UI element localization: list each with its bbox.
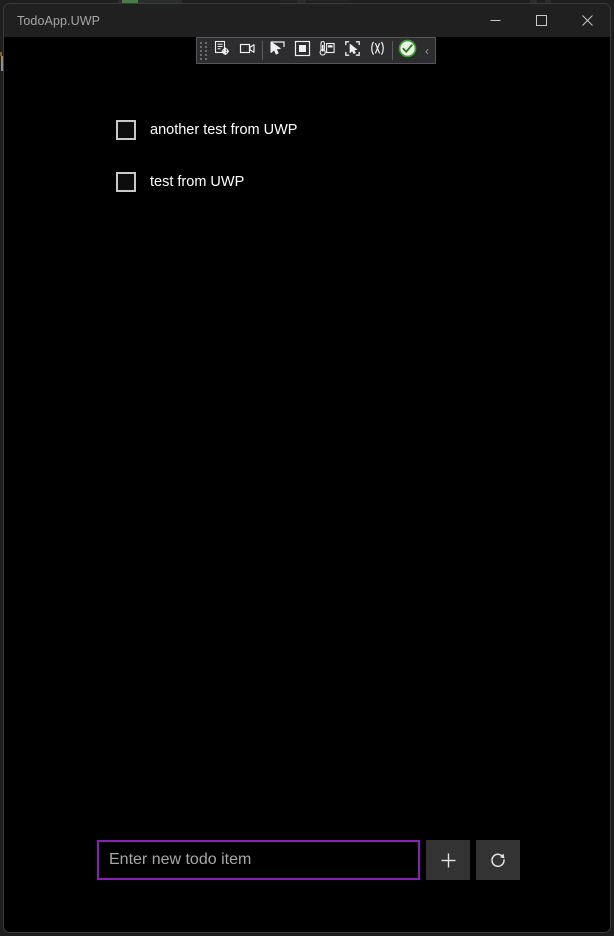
minimize-button[interactable] [472,4,518,37]
plus-icon [440,852,457,869]
background-window-artifact [280,0,350,1]
toolbar-drag-grip[interactable] [199,40,208,61]
maximize-icon [535,15,547,26]
live-visual-tree-icon [214,40,231,62]
display-layout-adorners-button[interactable] [290,39,315,62]
title-bar[interactable]: TodoApp.UWP [4,4,610,37]
maximize-button[interactable] [518,4,564,37]
hot-reload-status-button[interactable] [395,39,420,62]
window-caption-buttons [472,4,610,37]
show-in-live-visual-tree-button[interactable] [340,39,365,62]
check-circle-success-icon [398,39,417,63]
close-button[interactable] [564,4,610,37]
hot-reload-icon [369,40,386,62]
refresh-icon [489,851,507,869]
enable-selection-button[interactable] [235,39,260,62]
go-to-live-visual-tree-button[interactable] [210,39,235,62]
video-camera-icon [239,40,256,62]
track-focused-element-button[interactable] [315,39,340,62]
background-window-artifact [0,52,2,56]
todo-checkbox[interactable] [116,120,136,140]
list-item[interactable]: another test from UWP [116,117,570,143]
todo-item-label: another test from UWP [150,122,298,138]
refresh-button[interactable] [476,840,520,880]
todo-list: another test from UWP test from UWP [116,117,570,221]
select-in-frame-icon [344,40,361,62]
toolbar-separator [392,41,393,60]
close-icon [581,15,593,26]
toolbar-separator [262,41,263,60]
minimize-icon [490,15,501,26]
new-todo-entry-row [97,840,520,880]
select-element-button[interactable] [265,39,290,62]
todo-item-label: test from UWP [150,174,245,190]
layout-adorner-icon [294,40,311,62]
app-content: another test from UWP test from UWP [4,37,610,932]
thermometer-panel-icon [319,40,336,62]
collapse-toolbar-button[interactable]: ‹ [420,39,434,62]
xaml-in-app-toolbar[interactable]: ‹ [196,37,436,64]
add-todo-button[interactable] [426,840,470,880]
new-todo-input[interactable] [97,840,420,880]
list-item[interactable]: test from UWP [116,169,570,195]
xaml-hot-reload-button[interactable] [365,39,390,62]
app-window: TodoApp.UWP another test from UWP test f… [3,3,611,933]
window-title: TodoApp.UWP [17,13,101,28]
cursor-arrow-icon [269,40,286,62]
todo-checkbox[interactable] [116,172,136,192]
